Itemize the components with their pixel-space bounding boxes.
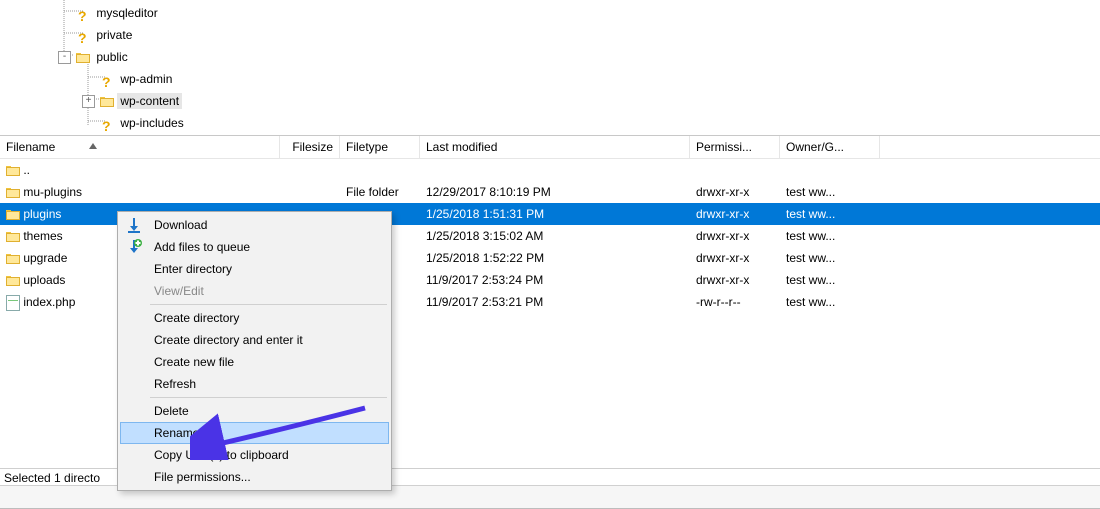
col-owner[interactable]: Owner/G... [780,136,880,158]
download-icon [126,217,142,233]
cell-permissions: drwxr-xr-x [690,181,780,203]
menu-file-perms[interactable]: File permissions... [120,466,389,488]
tree-item-label: public [93,49,130,65]
cell-modified: 1/25/2018 1:51:31 PM [420,203,690,225]
cell-permissions: -rw-r--r-- [690,291,780,313]
cell-owner: test ww... [780,247,880,269]
cell-modified: 1/25/2018 3:15:02 AM [420,225,690,247]
menu-create-dir-enter[interactable]: Create directory and enter it [120,329,389,351]
col-filesize[interactable]: Filesize [280,136,340,158]
menu-sep-2 [150,397,387,398]
cell-modified: 11/9/2017 2:53:21 PM [420,291,690,313]
menu-create-file[interactable]: Create new file [120,351,389,373]
menu-refresh[interactable]: Refresh [120,373,389,395]
folder-icon [6,231,20,242]
tree-item[interactable]: + wp-content [0,90,1100,112]
cell-owner: test ww... [780,225,880,247]
menu-enter-dir-label: Enter directory [154,262,232,276]
menu-create-dir[interactable]: Create directory [120,307,389,329]
folder-icon [6,165,20,176]
cell-permissions: drwxr-xr-x [690,203,780,225]
tree-item[interactable]: mysqleditor [0,2,1100,24]
add-queue-icon [126,239,142,255]
cell-filetype: File folder [340,181,420,203]
tree-item-label: private [93,27,135,43]
folder-icon [76,52,90,63]
folder-icon [100,96,114,107]
folder-icon [6,253,20,264]
question-icon [76,7,90,21]
menu-copy-urls[interactable]: Copy URL(s) to clipboard [120,444,389,466]
menu-rename[interactable]: Rename [120,422,389,444]
tree-item-label: mysqleditor [93,5,160,21]
expander-icon[interactable]: + [82,95,95,108]
menu-delete-label: Delete [154,404,189,418]
folder-icon [6,187,20,198]
tree-item[interactable]: private [0,24,1100,46]
cell-owner: test ww... [780,181,880,203]
expander-icon[interactable]: - [58,51,71,64]
cell-filename: mu-plugins [0,181,280,203]
tree-item[interactable]: wp-includes [0,112,1100,134]
question-icon [100,117,114,131]
menu-view-edit-label: View/Edit [154,284,204,298]
cell-owner: test ww... [780,269,880,291]
list-header: Filename Filesize Filetype Last modified… [0,136,1100,159]
cell-filename: .. [0,159,280,181]
tree-item-label: wp-admin [117,71,175,87]
tree-item[interactable]: wp-admin [0,68,1100,90]
sort-asc-icon [89,143,97,149]
cell-permissions: drwxr-xr-x [690,247,780,269]
menu-refresh-label: Refresh [154,377,196,391]
menu-delete[interactable]: Delete [120,400,389,422]
tree-item-label: wp-includes [117,115,186,131]
menu-copy-urls-label: Copy URL(s) to clipboard [154,448,289,462]
col-permissions[interactable]: Permissi... [690,136,780,158]
menu-create-dir-label: Create directory [154,311,239,325]
menu-rename-label: Rename [154,426,199,440]
cell-owner: test ww... [780,203,880,225]
question-icon [100,73,114,87]
menu-add-queue[interactable]: Add files to queue [120,236,389,258]
folder-icon [6,275,20,286]
cell-modified: 11/9/2017 2:53:24 PM [420,269,690,291]
menu-sep-1 [150,304,387,305]
col-filetype[interactable]: Filetype [340,136,420,158]
menu-create-dir-enter-label: Create directory and enter it [154,333,303,347]
menu-enter-dir[interactable]: Enter directory [120,258,389,280]
menu-create-file-label: Create new file [154,355,234,369]
col-filename-label: Filename [6,140,55,154]
cell-owner: test ww... [780,291,880,313]
menu-download-label: Download [154,218,207,232]
menu-download[interactable]: Download [120,214,389,236]
col-last-modified[interactable]: Last modified [420,136,690,158]
cell-permissions: drwxr-xr-x [690,269,780,291]
menu-view-edit: View/Edit [120,280,389,302]
remote-tree: mysqleditor private - public wp-admin + wp… [0,0,1100,137]
table-row[interactable]: mu-plugins File folder12/29/2017 8:10:19 … [0,181,1100,203]
col-filename[interactable]: Filename [0,136,280,158]
table-row[interactable]: .. [0,159,1100,181]
cell-modified: 12/29/2017 8:10:19 PM [420,181,690,203]
context-menu: Download Add files to queue Enter direct… [117,211,392,491]
file-icon [6,295,20,311]
tree-item-label: wp-content [117,93,182,109]
folder-icon [6,209,20,220]
cell-permissions: drwxr-xr-x [690,225,780,247]
tree-item[interactable]: - public [0,46,1100,68]
menu-file-perms-label: File permissions... [154,470,251,484]
cell-modified: 1/25/2018 1:52:22 PM [420,247,690,269]
question-icon [76,29,90,43]
menu-add-queue-label: Add files to queue [154,240,250,254]
